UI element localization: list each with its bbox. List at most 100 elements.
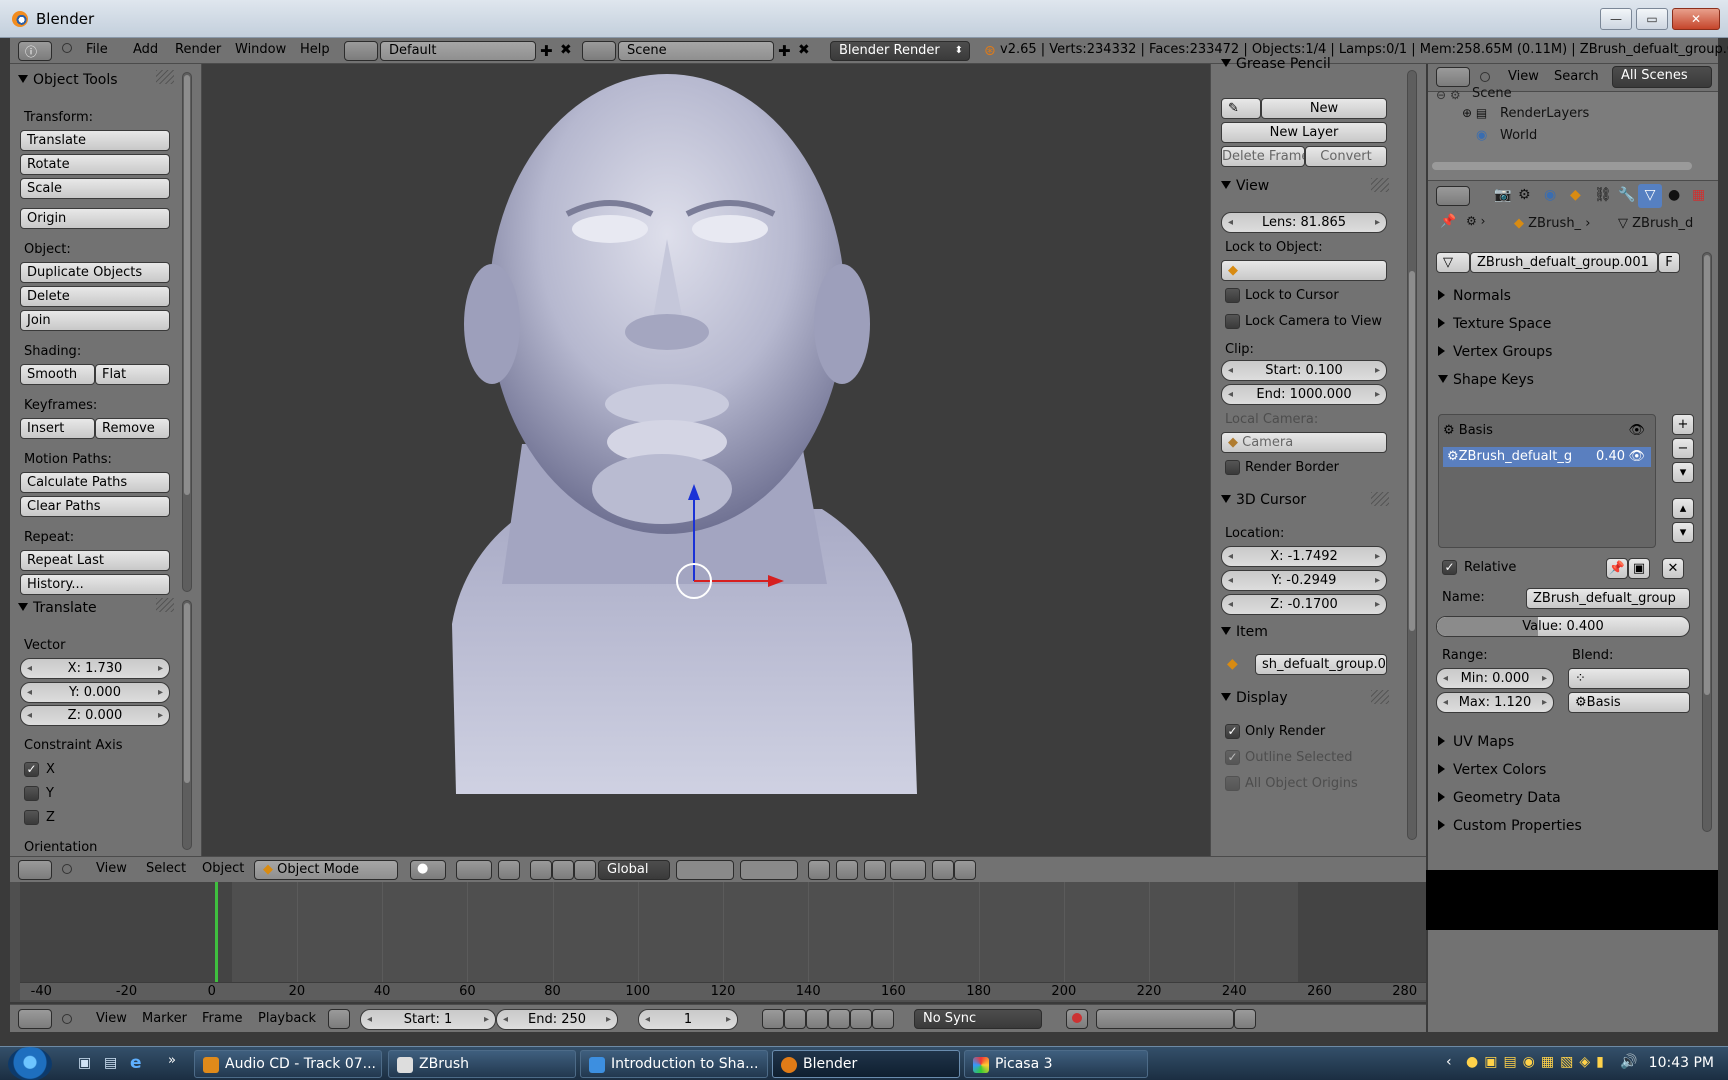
pencil-icon[interactable]: ✎ xyxy=(1221,98,1261,119)
3d-select-menu[interactable]: Select xyxy=(146,861,186,876)
pin-shape-icon[interactable]: 📌 xyxy=(1606,558,1628,579)
3d-view-editor-icon[interactable] xyxy=(18,860,52,880)
opengl-render-icon[interactable] xyxy=(932,860,954,880)
3d-view-menu[interactable]: View xyxy=(96,861,127,876)
next-keyframe-icon[interactable] xyxy=(850,1009,872,1029)
vertex-group-field[interactable]: ⁘ xyxy=(1568,668,1690,689)
range-min-field[interactable]: Min: 0.000 xyxy=(1436,668,1554,689)
insert-keyframe-button[interactable]: Insert xyxy=(20,418,95,439)
breadcrumb-mesh[interactable]: ▽ ZBrush_d xyxy=(1618,216,1693,231)
translate-button[interactable]: Translate xyxy=(20,130,170,151)
breadcrumb-object[interactable]: ◆ ZBrush_ › xyxy=(1514,216,1590,231)
menu-window[interactable]: Window xyxy=(235,42,286,57)
material-tab-icon[interactable]: ● xyxy=(1668,187,1680,203)
quicklaunch-more-icon[interactable]: » xyxy=(168,1053,176,1068)
translate-panel-header[interactable]: Translate xyxy=(18,600,97,616)
play-icon[interactable] xyxy=(828,1009,850,1029)
mesh-datablock-icon[interactable]: ▽ xyxy=(1436,252,1470,273)
constraint-y-checkbox[interactable] xyxy=(24,786,39,801)
view-panel-header[interactable]: View xyxy=(1221,178,1269,194)
visibility-eye-icon[interactable]: 👁 xyxy=(1628,447,1645,467)
opengl-animation-icon[interactable] xyxy=(954,860,976,880)
vertex-colors-panel-header[interactable]: Vertex Colors xyxy=(1438,762,1546,778)
local-camera-field[interactable]: ◆ Camera xyxy=(1221,432,1387,453)
pivot-point-select[interactable] xyxy=(456,860,492,880)
minimize-button[interactable]: — xyxy=(1600,8,1632,30)
panel-grip-icon[interactable] xyxy=(156,598,174,612)
duplicate-objects-button[interactable]: Duplicate Objects xyxy=(20,262,170,283)
all-scenes-select[interactable]: All Scenes xyxy=(1612,66,1712,88)
task-audio-cd[interactable]: Audio CD - Track 07... xyxy=(194,1050,382,1078)
all-origins-checkbox[interactable] xyxy=(1225,776,1240,791)
item-panel-header[interactable]: Item xyxy=(1221,624,1268,640)
world-tab-icon[interactable]: ◉ xyxy=(1544,187,1556,203)
object-mode-select[interactable]: ◆ Object Mode xyxy=(254,860,398,880)
origin-button[interactable]: Origin xyxy=(20,208,170,229)
toolshelf-scrollbar[interactable] xyxy=(182,72,192,592)
outliner-hscrollbar[interactable] xyxy=(1432,162,1692,170)
timeline-editor[interactable]: -40 -20 0 20 40 60 80 100 120 140 160 180 200 220 240 2… xyxy=(10,882,1426,1002)
translate-scrollbar[interactable] xyxy=(182,600,192,850)
shape-key-value-slider[interactable]: Value: 0.400 xyxy=(1436,616,1690,637)
menu-add[interactable]: Add xyxy=(133,42,158,57)
pin-icon[interactable]: 📌 xyxy=(1440,214,1456,229)
object-name-field[interactable]: sh_defualt_group.001 xyxy=(1255,654,1387,675)
lock-object-field[interactable]: ◆ xyxy=(1221,260,1387,281)
custom-properties-panel-header[interactable]: Custom Properties xyxy=(1438,818,1582,834)
close-button[interactable]: ✕ xyxy=(1672,8,1720,30)
rotate-manipulator-icon[interactable] xyxy=(552,860,574,880)
menu-help[interactable]: Help xyxy=(300,42,330,57)
remove-shape-key-button[interactable]: − xyxy=(1672,438,1694,459)
timeline-view-menu[interactable]: View xyxy=(96,1011,127,1026)
edit-mode-shape-icon[interactable]: ▣ xyxy=(1628,558,1650,579)
task-blender[interactable]: Blender xyxy=(772,1050,960,1078)
add-shape-key-button[interactable]: + xyxy=(1672,414,1694,435)
scene-icon[interactable] xyxy=(582,41,616,61)
outliner-world[interactable]: World xyxy=(1500,128,1537,143)
tray-icons[interactable]: ●▣▤◉▦▧◈▮ xyxy=(1466,1054,1610,1070)
sculpted-head-model[interactable] xyxy=(202,64,1210,856)
delete-frame-button[interactable]: Delete Frame xyxy=(1221,146,1305,167)
collapse-menus-icon[interactable] xyxy=(62,43,72,53)
scene-tab-icon[interactable]: ⚙ xyxy=(1518,187,1531,203)
outliner-editor-icon[interactable] xyxy=(1436,67,1470,87)
add-scene-icon[interactable]: ✚ xyxy=(778,42,791,60)
outline-selected-checkbox[interactable]: ✓ xyxy=(1225,750,1240,765)
remove-layout-icon[interactable]: ✖ xyxy=(560,42,572,58)
data-tab-icon[interactable]: ▽ xyxy=(1638,184,1662,208)
editor-type-info-button[interactable]: ⓘ xyxy=(18,41,52,61)
current-frame-marker[interactable] xyxy=(214,882,218,982)
new-layer-button[interactable]: New Layer xyxy=(1221,122,1387,143)
jump-end-icon[interactable] xyxy=(872,1009,894,1029)
fake-user-button[interactable]: F xyxy=(1658,252,1680,273)
join-button[interactable]: Join xyxy=(20,310,170,331)
internet-explorer-icon[interactable]: e xyxy=(130,1053,142,1073)
cursor-y-field[interactable]: Y: -0.2949 xyxy=(1221,570,1387,591)
shape-key-zbrush-row[interactable]: ⚙ZBrush_defualt_g 0.40 👁 xyxy=(1443,447,1651,467)
object-tools-panel-header[interactable]: Object Tools xyxy=(18,72,118,88)
cursor-z-field[interactable]: Z: -0.1700 xyxy=(1221,594,1387,615)
constraints-tab-icon[interactable]: ⛓ xyxy=(1594,187,1612,203)
collapse-menus-icon[interactable] xyxy=(62,1014,72,1024)
volume-icon[interactable]: 🔊 xyxy=(1620,1054,1637,1070)
menu-render[interactable]: Render xyxy=(175,42,221,57)
shape-keys-panel-header[interactable]: Shape Keys xyxy=(1438,372,1534,388)
layers-block-2[interactable] xyxy=(740,860,798,880)
render-border-checkbox[interactable] xyxy=(1225,460,1240,475)
start-frame-field[interactable]: Start: 1 xyxy=(360,1009,496,1030)
lens-field[interactable]: Lens: 81.865 xyxy=(1221,212,1387,233)
relative-checkbox[interactable]: ✓ xyxy=(1442,560,1457,575)
clip-start-field[interactable]: Start: 0.100 xyxy=(1221,360,1387,381)
maximize-button[interactable]: ▭ xyxy=(1636,8,1668,30)
record-icon[interactable] xyxy=(1066,1009,1088,1029)
playback-menu[interactable]: Playback xyxy=(258,1011,316,1026)
properties-scrollbar[interactable] xyxy=(1702,252,1712,832)
marker-menu[interactable]: Marker xyxy=(142,1011,187,1026)
smooth-button[interactable]: Smooth xyxy=(20,364,95,385)
task-picasa[interactable]: Picasa 3 xyxy=(964,1050,1148,1078)
outliner-search-menu[interactable]: Search xyxy=(1554,69,1599,84)
3d-object-menu[interactable]: Object xyxy=(202,861,244,876)
timeline-ruler[interactable]: -40 -20 0 20 40 60 80 100 120 140 160 180 200 220 240 2… xyxy=(20,982,1426,1000)
calculate-paths-button[interactable]: Calculate Paths xyxy=(20,472,170,493)
render-tab-icon[interactable]: 📷 xyxy=(1494,187,1511,203)
